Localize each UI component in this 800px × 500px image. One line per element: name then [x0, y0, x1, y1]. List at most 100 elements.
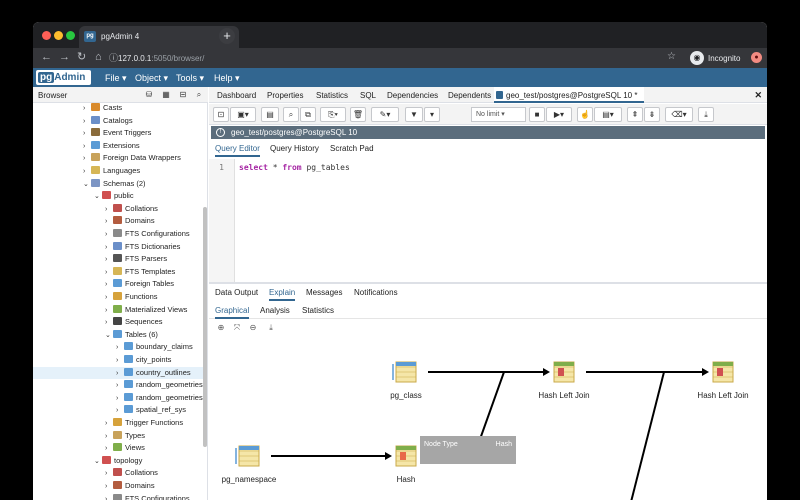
chevron-right-icon[interactable]: ›: [105, 305, 113, 317]
close-panel-icon[interactable]: ✕: [754, 90, 762, 101]
profile-icon[interactable]: ●: [751, 52, 762, 63]
chevron-right-icon[interactable]: ›: [105, 418, 113, 430]
tab-explain[interactable]: Explain: [269, 288, 296, 301]
menu-tools[interactable]: Tools ▾: [176, 73, 204, 84]
filter-dropdown-icon[interactable]: ▾: [424, 107, 440, 122]
download-graph-icon[interactable]: ⤓: [264, 321, 278, 335]
editor-output-splitter[interactable]: [209, 282, 767, 284]
tab-dashboard[interactable]: Dashboard: [217, 91, 256, 100]
tab-scratch-pad[interactable]: Scratch Pad: [330, 144, 374, 153]
chevron-right-icon[interactable]: ›: [116, 393, 124, 405]
tree-node[interactable]: › Domains: [105, 480, 155, 492]
tree-node[interactable]: › Casts: [83, 103, 122, 114]
chevron-right-icon[interactable]: ›: [105, 481, 113, 493]
tree-node[interactable]: › Types: [105, 430, 145, 442]
tree-node[interactable]: › FTS Templates: [105, 266, 175, 278]
chevron-right-icon[interactable]: ›: [83, 166, 91, 178]
tab-statistics[interactable]: Statistics: [316, 91, 348, 100]
chevron-right-icon[interactable]: ›: [83, 141, 91, 153]
chevron-right-icon[interactable]: ›: [105, 468, 113, 480]
copy-icon[interactable]: ⧉: [300, 107, 316, 122]
tree-node[interactable]: › Functions: [105, 291, 158, 303]
tree-node[interactable]: › FTS Dictionaries: [105, 241, 180, 253]
query-tool-icon[interactable]: ⛁: [143, 89, 155, 101]
clear-icon[interactable]: ⌫▾: [665, 107, 693, 122]
chevron-right-icon[interactable]: ›: [105, 204, 113, 216]
tab-graphical[interactable]: Graphical: [215, 306, 250, 319]
chevron-down-icon[interactable]: ⌄: [83, 179, 91, 191]
tab-messages[interactable]: Messages: [306, 288, 342, 297]
tree-node[interactable]: › spatial_ref_sys: [116, 404, 186, 416]
tree-node[interactable]: › FTS Parsers: [105, 253, 167, 265]
tree-node[interactable]: › Trigger Functions: [105, 417, 183, 429]
chevron-right-icon[interactable]: ›: [83, 153, 91, 165]
forward-icon[interactable]: →: [59, 51, 70, 64]
commit-icon[interactable]: ⇞: [627, 107, 643, 122]
back-icon[interactable]: ←: [41, 51, 52, 64]
chevron-down-icon[interactable]: ⌄: [94, 191, 102, 203]
chevron-right-icon[interactable]: ›: [116, 380, 124, 392]
tree-node[interactable]: › Languages: [83, 165, 140, 177]
chevron-right-icon[interactable]: ›: [105, 431, 113, 443]
paste-icon[interactable]: ⎘▾: [320, 107, 346, 122]
rollback-icon[interactable]: ⇟: [644, 107, 660, 122]
chevron-right-icon[interactable]: ›: [116, 355, 124, 367]
filter-icon[interactable]: ▼: [405, 107, 423, 122]
minimize-window-icon[interactable]: [54, 31, 63, 40]
zoom-in-icon[interactable]: ⊕: [214, 321, 228, 335]
tree-scrollbar[interactable]: [203, 207, 207, 447]
sql-code[interactable]: select * from pg_tables: [239, 163, 350, 172]
tab-notifications[interactable]: Notifications: [354, 288, 398, 297]
download-icon[interactable]: ⤓: [698, 107, 714, 122]
plan-node-hash-left-join-1[interactable]: Hash Left Join: [538, 361, 590, 400]
tab-query-history[interactable]: Query History: [270, 144, 319, 153]
url-field[interactable]: 127.0.0.1:5050/browser/: [118, 54, 204, 63]
info-icon[interactable]: ⓘ: [109, 52, 118, 65]
tree-node[interactable]: ⌄ topology: [94, 455, 142, 467]
incognito-icon[interactable]: ◉: [690, 51, 704, 65]
edit-grid-icon[interactable]: ▤: [261, 107, 279, 122]
chevron-right-icon[interactable]: ›: [105, 494, 113, 500]
chevron-right-icon[interactable]: ›: [105, 317, 113, 329]
tree-node[interactable]: › Domains: [105, 215, 155, 227]
browser-tab[interactable]: pg pgAdmin 4 ✕: [79, 26, 239, 48]
sql-editor[interactable]: 1 select * from pg_tables: [209, 159, 767, 282]
explain-analyze-icon[interactable]: ▤▾: [594, 107, 622, 122]
chevron-right-icon[interactable]: ›: [105, 267, 113, 279]
chevron-right-icon[interactable]: ›: [105, 229, 113, 241]
menu-file[interactable]: File ▾: [105, 73, 127, 84]
plan-node-hash-left-join-2[interactable]: Hash Left Join: [697, 361, 749, 400]
new-tab-icon[interactable]: +: [219, 28, 235, 44]
chevron-right-icon[interactable]: ›: [105, 254, 113, 266]
chevron-down-icon[interactable]: ⌄: [94, 456, 102, 468]
zoom-to-fit-icon[interactable]: ⤧: [230, 321, 244, 335]
tree-node[interactable]: › Sequences: [105, 316, 163, 328]
execute-icon[interactable]: ▶▾: [546, 107, 572, 122]
chevron-right-icon[interactable]: ›: [116, 405, 124, 417]
open-file-icon[interactable]: ⊡: [213, 107, 229, 122]
home-icon[interactable]: ⌂: [95, 51, 102, 64]
tree-node[interactable]: › Event Triggers: [83, 127, 151, 139]
bookmark-star-icon[interactable]: ☆: [667, 51, 676, 62]
save-file-icon[interactable]: ▣▾: [230, 107, 256, 122]
delete-icon[interactable]: 🗑: [350, 107, 366, 122]
chevron-right-icon[interactable]: ›: [105, 242, 113, 254]
chevron-right-icon[interactable]: ›: [83, 103, 91, 115]
tab-query-editor[interactable]: Query Editor: [215, 144, 260, 157]
chevron-right-icon[interactable]: ›: [105, 443, 113, 455]
tree-node[interactable]: ⌄ Tables (6): [105, 329, 158, 341]
tab-analysis[interactable]: Analysis: [260, 306, 290, 315]
menu-object[interactable]: Object ▾: [135, 73, 168, 84]
tree-node[interactable]: › random_geometries: [116, 392, 203, 404]
chevron-right-icon[interactable]: ›: [105, 292, 113, 304]
explain-icon[interactable]: ☝: [577, 107, 593, 122]
find-icon[interactable]: ⌕: [283, 107, 299, 122]
tree-node[interactable]: › FTS Configurations: [105, 493, 190, 500]
tree-node[interactable]: ⌄ Schemas (2): [83, 178, 146, 190]
tree-node[interactable]: › random_geometries: [116, 379, 203, 391]
menu-help[interactable]: Help ▾: [214, 73, 240, 84]
tab-explain-statistics[interactable]: Statistics: [302, 306, 334, 315]
tab-sql[interactable]: SQL: [360, 91, 376, 100]
edit-icon[interactable]: ✎▾: [371, 107, 399, 122]
tab-dependencies[interactable]: Dependencies: [387, 91, 438, 100]
